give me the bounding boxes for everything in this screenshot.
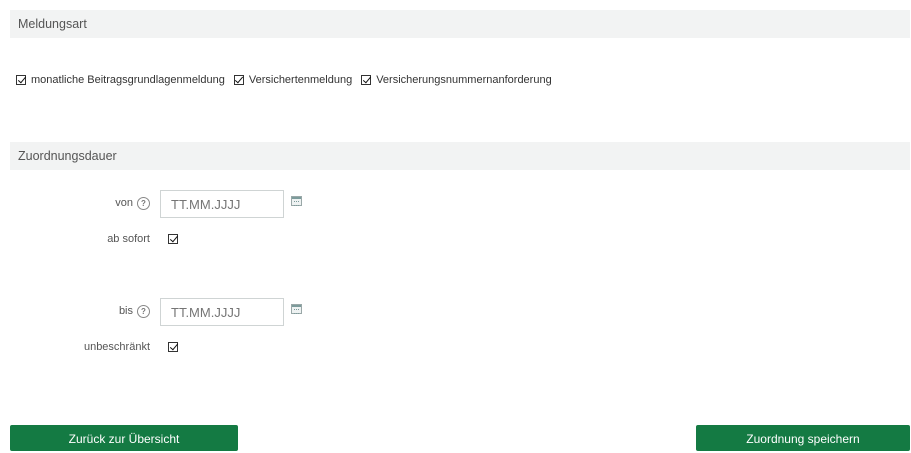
checkbox-option-versichertenmeldung[interactable]: Versichertenmeldung (233, 74, 353, 86)
checkbox-option-beitragsgrundlagenmeldung[interactable]: monatliche Beitragsgrundlagenmeldung (16, 74, 225, 86)
bis-date-input[interactable] (160, 298, 284, 326)
save-assignment-button[interactable]: Zuordnung speichern (696, 425, 910, 451)
calendar-icon[interactable] (291, 196, 302, 206)
meldungsart-checkbox-group: monatliche Beitragsgrundlagenmeldung Ver… (16, 74, 561, 86)
section-title-meldungsart: Meldungsart (18, 17, 87, 31)
ab-sofort-label: ab sofort (107, 233, 150, 245)
unbeschraenkt-checkbox[interactable] (168, 342, 178, 352)
unbeschraenkt-label: unbeschränkt (83, 341, 150, 353)
section-title-zuordnungsdauer: Zuordnungsdauer (18, 149, 117, 163)
checkbox-versichertenmeldung[interactable] (233, 75, 244, 85)
checkbox-versicherungsnummernanforderung[interactable] (361, 75, 372, 85)
section-header-meldungsart: Meldungsart (10, 10, 910, 38)
bis-label-group: bis ? (14, 304, 150, 318)
von-date-input[interactable] (160, 190, 284, 218)
checkbox-option-versicherungsnummernanforderung[interactable]: Versicherungsnummernanforderung (361, 74, 552, 86)
checkbox-beitragsgrundlagenmeldung[interactable] (16, 75, 26, 85)
ab-sofort-label-group: ab sofort (14, 232, 150, 246)
help-icon[interactable]: ? (137, 196, 150, 210)
checkbox-label-beitragsgrundlagenmeldung: monatliche Beitragsgrundlagenmeldung (31, 74, 225, 86)
back-to-overview-button[interactable]: Zurück zur Übersicht (10, 425, 238, 451)
von-label: von (115, 197, 133, 209)
section-header-zuordnungsdauer: Zuordnungsdauer (10, 142, 910, 170)
bis-label: bis (118, 305, 133, 317)
ab-sofort-checkbox[interactable] (168, 234, 178, 244)
checkbox-label-versichertenmeldung: Versichertenmeldung (248, 74, 353, 86)
unbeschraenkt-label-group: unbeschränkt (14, 340, 150, 354)
help-icon[interactable]: ? (137, 304, 150, 318)
von-label-group: von ? (14, 196, 150, 210)
checkbox-label-versicherungsnummernanforderung: Versicherungsnummernanforderung (376, 74, 552, 86)
calendar-icon[interactable] (291, 304, 302, 314)
